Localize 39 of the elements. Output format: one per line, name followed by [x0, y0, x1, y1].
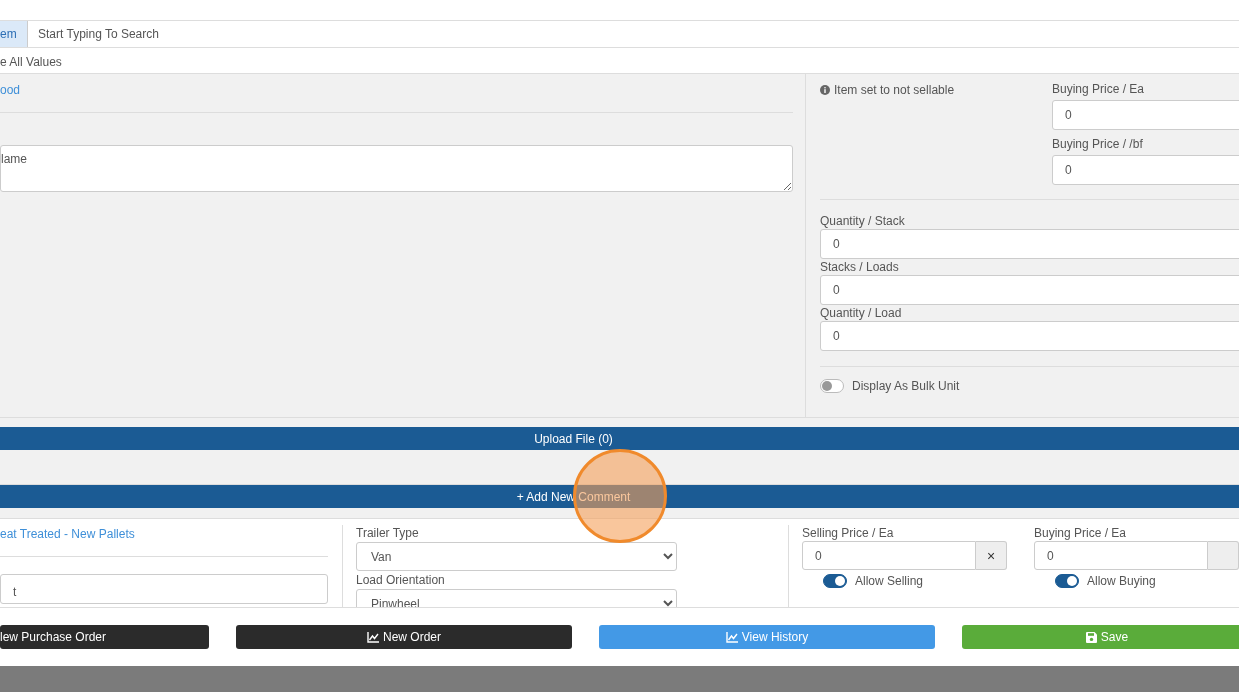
sellable-notice: Item set to not sellable: [834, 83, 955, 97]
quantity-field[interactable]: 0: [820, 321, 1239, 351]
trailer-type-select[interactable]: Van: [356, 542, 677, 571]
price-field[interactable]: 0: [1052, 100, 1239, 130]
load-orientation-select[interactable]: Pinwheel: [356, 589, 677, 607]
field-label: Stacks / Loads: [820, 259, 900, 275]
line-chart-icon: [725, 631, 738, 643]
action-button[interactable]: New Order: [236, 625, 572, 649]
quantity-field[interactable]: 0: [820, 275, 1239, 305]
save-icon: [1085, 631, 1097, 643]
toggle-label: Display As Bulk Unit: [852, 379, 960, 393]
action-button[interactable]: lew Purchase Order: [0, 625, 209, 649]
toggle-switch[interactable]: [823, 574, 847, 588]
toggle-label: Allow Selling: [855, 574, 924, 588]
field-label: Buying Price / /bf: [1052, 136, 1144, 152]
quantity-field[interactable]: 0: [820, 229, 1239, 259]
product-link[interactable]: eat Treated - New Pallets: [0, 527, 135, 541]
clear-button[interactable]: ×: [976, 541, 1007, 570]
toggle-label: Allow Buying: [1087, 574, 1156, 588]
field-label: Selling Price / Ea: [802, 525, 895, 541]
upload-bar[interactable]: Upload File (0): [0, 427, 1239, 450]
values-note: e All Values: [0, 54, 62, 69]
field-label: Quantity / Load: [820, 305, 903, 321]
field-label: Quantity / Stack: [820, 213, 906, 229]
search-addon: em: [0, 21, 28, 47]
toggle-switch[interactable]: [1055, 574, 1079, 588]
toggle-switch[interactable]: [820, 379, 844, 393]
info-icon: [820, 85, 830, 95]
price-field[interactable]: 0: [802, 541, 976, 570]
field-label: Buying Price / Ea: [1052, 81, 1146, 97]
name-field[interactable]: lame: [0, 145, 793, 192]
field-label: Trailer Type: [356, 525, 420, 541]
input-addon[interactable]: [1208, 541, 1239, 570]
text-field[interactable]: t: [0, 574, 328, 604]
line-chart-icon: [367, 631, 379, 643]
price-field[interactable]: 0: [1052, 155, 1239, 185]
price-field[interactable]: 0: [1034, 541, 1208, 570]
field-label: Load Orientation: [356, 572, 446, 588]
field-label: Buying Price / Ea: [1034, 525, 1128, 541]
